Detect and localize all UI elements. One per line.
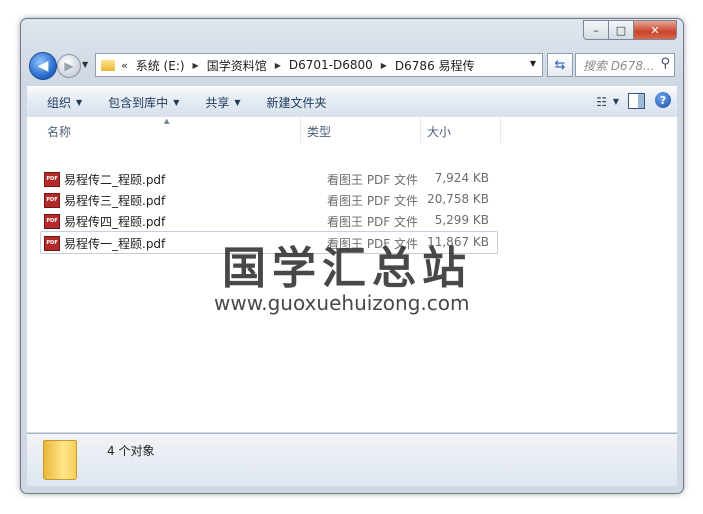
search-input[interactable]: 搜索 D678... ⚲ (575, 53, 675, 77)
search-icon[interactable]: ⚲ (660, 56, 670, 71)
breadcrumb-folder-2[interactable]: D6701-D6800 (289, 58, 373, 72)
navigation-row: ◀ ▶ ▼ « 系统 (E:) ▶ 国学资料馆 ▶ D6701-D6800 ▶ … (29, 52, 675, 80)
close-button[interactable]: ✕ (634, 20, 677, 40)
breadcrumb-drive[interactable]: 系统 (E:) (136, 57, 185, 74)
organize-label: 组织 (47, 95, 72, 110)
file-name[interactable]: 易程传二_程颐.pdf (64, 171, 165, 188)
chevron-down-icon: ▼ (234, 97, 241, 107)
explorer-window: – □ ✕ ◀ ▶ ▼ « 系统 (E:) ▶ 国学资料馆 ▶ D6701-D6… (20, 18, 684, 494)
chevron-right-icon[interactable]: ▶ (275, 61, 281, 70)
recent-pages-dropdown-icon[interactable]: ▼ (82, 60, 88, 69)
table-row[interactable]: PDF 易程传二_程颐.pdf 看图王 PDF 文件 7,924 KB (41, 168, 497, 189)
column-divider[interactable] (420, 117, 421, 143)
minimize-button[interactable]: – (583, 20, 609, 40)
chevron-right-icon[interactable]: ▶ (381, 61, 387, 70)
breadcrumb-folder-1[interactable]: 国学资料馆 (207, 57, 267, 74)
share-button[interactable]: 共享 ▼ (199, 94, 246, 111)
organize-button[interactable]: 组织 ▼ (41, 94, 88, 111)
include-in-library-label: 包含到库中 (108, 95, 169, 110)
column-header-type[interactable]: 类型 (307, 123, 331, 140)
file-type: 看图王 PDF 文件 (327, 173, 419, 187)
command-bar: 组织 ▼ 包含到库中 ▼ 共享 ▼ 新建文件夹 ☷ ▼ ? (27, 86, 677, 118)
share-label: 共享 (205, 95, 230, 110)
pdf-file-icon: PDF (44, 172, 60, 187)
preview-pane-icon[interactable] (628, 93, 645, 109)
column-divider[interactable] (500, 117, 501, 143)
column-divider[interactable] (300, 117, 301, 143)
file-name[interactable]: 易程传四_程颐.pdf (64, 213, 165, 230)
file-size: 7,924 KB (434, 171, 489, 185)
new-folder-label: 新建文件夹 (266, 95, 327, 110)
item-count: 4 个对象 (107, 444, 155, 458)
address-dropdown-icon[interactable]: ▼ (530, 59, 536, 68)
pdf-file-icon: PDF (44, 193, 60, 208)
details-pane: 4 个对象 (27, 433, 677, 486)
column-header-size[interactable]: 大小 (427, 123, 451, 140)
help-icon[interactable]: ? (655, 92, 671, 108)
file-type: 看图王 PDF 文件 (327, 215, 419, 229)
watermark-url: www.guoxuehuizong.com (214, 291, 470, 315)
file-name[interactable]: 易程传一_程颐.pdf (64, 235, 165, 252)
table-row[interactable]: PDF 易程传四_程颐.pdf 看图王 PDF 文件 5,299 KB (41, 210, 497, 231)
refresh-button[interactable]: ⇆ (547, 53, 573, 77)
view-options-icon[interactable]: ☷ (596, 95, 607, 109)
back-button[interactable]: ◀ (29, 52, 57, 80)
column-headers: ▲ 名称 类型 大小 (27, 117, 507, 143)
breadcrumb-folder-3[interactable]: D6786 易程传 (395, 57, 475, 74)
file-type: 看图王 PDF 文件 (327, 194, 419, 208)
pdf-file-icon: PDF (44, 236, 60, 251)
include-in-library-button[interactable]: 包含到库中 ▼ (102, 94, 185, 111)
file-list: ▲ 名称 类型 大小 PDF 易程传二_程颐.pdf 看图王 PDF 文件 7,… (27, 117, 677, 432)
maximize-button[interactable]: □ (609, 20, 634, 40)
folder-icon (43, 440, 77, 480)
folder-icon (101, 59, 115, 71)
caption-buttons: – □ ✕ (583, 20, 677, 40)
chevron-down-icon: ▼ (76, 97, 83, 107)
sort-ascending-icon: ▲ (164, 117, 170, 125)
search-placeholder: 搜索 D678... (583, 58, 653, 73)
new-folder-button[interactable]: 新建文件夹 (261, 94, 333, 111)
file-name[interactable]: 易程传三_程颐.pdf (64, 192, 165, 209)
view-dropdown-icon[interactable]: ▼ (613, 97, 619, 106)
address-bar[interactable]: « 系统 (E:) ▶ 国学资料馆 ▶ D6701-D6800 ▶ D6786 … (95, 53, 543, 77)
column-header-name[interactable]: 名称 (47, 123, 71, 140)
file-size: 20,758 KB (427, 192, 489, 206)
chevron-down-icon: ▼ (173, 97, 180, 107)
pdf-file-icon: PDF (44, 214, 60, 229)
file-size: 5,299 KB (434, 213, 489, 227)
forward-button[interactable]: ▶ (57, 54, 81, 78)
chevron-overflow-icon[interactable]: « (121, 59, 128, 72)
watermark-title: 国学汇总站 (222, 243, 472, 294)
table-row[interactable]: PDF 易程传三_程颐.pdf 看图王 PDF 文件 20,758 KB (41, 189, 497, 210)
chevron-right-icon[interactable]: ▶ (193, 61, 199, 70)
